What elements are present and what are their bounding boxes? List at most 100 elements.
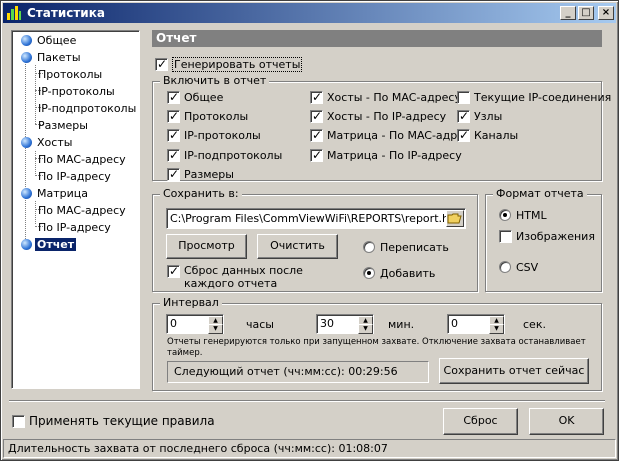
format-csv-label: CSV [516,261,539,274]
include-channels-label: Каналы [474,129,519,142]
include-general-checkbox[interactable]: ✓ [167,90,180,104]
section-tree[interactable]: Общее Пакеты Протоколы IP-протоколы IP-п… [11,30,140,389]
tree-item-label: По IP-адресу [38,170,111,183]
tree-node-icon [21,188,32,199]
tree-node-icon [21,239,32,250]
checkmark-icon: ✓ [312,148,323,162]
save-report-now-label: Сохранить отчет сейчас [443,364,585,377]
statistics-window: Статистика _ □ × Общее Пакеты Протоколы … [0,0,619,461]
include-hosts-by-mac-checkbox[interactable]: ✓ [310,90,323,104]
seconds-label: сек. [523,318,546,331]
include-in-report-title: Включить в отчет [160,74,270,88]
ok-button[interactable]: OK [529,408,604,435]
minutes-spinner[interactable]: ▲ ▼ [358,316,373,334]
apply-current-rules-checkbox[interactable] [12,415,25,428]
tree-item-ip-protocols[interactable]: IP-протоколы [36,84,117,100]
interval-title: Интервал [160,296,222,310]
tree-item-ip-subprotocols[interactable]: IP-подпротоколы [36,101,138,117]
title-bar[interactable]: Статистика _ □ × [3,3,616,23]
radio-dot-icon [503,213,507,217]
include-matrix-by-ip-label: Матрица - По IP-адресу [327,149,462,162]
radio-dot-icon [367,271,371,275]
checkmark-icon: ✓ [169,167,180,181]
include-sizes-checkbox[interactable]: ✓ [167,167,180,181]
include-ip-subprotocols-checkbox[interactable]: ✓ [167,148,180,162]
spin-down-icon[interactable]: ▼ [358,324,373,334]
minutes-label: мин. [388,318,415,331]
view-button-label: Просмотр [178,239,235,252]
checkmark-icon: ✓ [459,109,470,123]
seconds-spinner[interactable]: ▲ ▼ [489,316,504,334]
reset-button[interactable]: Сброс [443,408,518,435]
save-report-now-button[interactable]: Сохранить отчет сейчас [439,358,589,384]
checkmark-icon: ✓ [169,128,180,142]
include-hosts-by-ip-checkbox[interactable]: ✓ [310,109,323,123]
overwrite-radio[interactable] [363,241,375,253]
maximize-button[interactable]: □ [578,6,594,20]
tree-item-report[interactable]: Отчет [21,237,77,253]
format-images-label: Изображения [516,230,595,243]
include-protocols-label: Протоколы [184,110,249,123]
tree-node-icon [21,52,32,63]
tree-item-hosts-by-mac[interactable]: По MAC-адресу [36,152,128,168]
interval-note-line2: таймер. [167,348,203,358]
view-button[interactable]: Просмотр [166,234,247,259]
include-channels-checkbox[interactable]: ✓ [457,128,470,142]
checkmark-icon: ✓ [312,128,323,142]
format-images-checkbox[interactable] [499,230,512,243]
format-html-radio[interactable] [499,209,511,221]
tree-item-hosts[interactable]: Хосты [21,135,74,151]
append-radio[interactable] [363,267,375,279]
tree-item-packets[interactable]: Пакеты [21,50,83,66]
checkmark-icon: ✓ [157,57,168,71]
tree-item-sizes[interactable]: Размеры [36,118,90,134]
clear-button[interactable]: Очистить [257,234,338,259]
tree-item-hosts-by-ip[interactable]: По IP-адресу [36,169,113,185]
include-hosts-by-mac-label: Хосты - По MAC-адресу [327,91,461,104]
tree-item-protocols[interactable]: Протоколы [36,67,104,83]
ok-button-label: OK [558,414,575,427]
tree-connector [25,57,26,247]
generate-reports-label: Генерировать отчеты [172,57,303,72]
close-button[interactable]: × [598,6,614,20]
include-nodes-checkbox[interactable]: ✓ [457,109,470,123]
clear-button-label: Очистить [270,239,325,252]
checkmark-icon: ✓ [169,90,180,104]
tree-item-general[interactable]: Общее [21,33,78,49]
tree-item-matrix-by-mac[interactable]: По MAC-адресу [36,203,128,219]
report-path-input[interactable]: C:\Program Files\CommViewWiFi\REPORTS\re… [166,208,466,229]
include-protocols-checkbox[interactable]: ✓ [167,109,180,123]
overwrite-label: Переписать [380,241,449,254]
generate-reports-checkbox[interactable]: ✓ [155,57,168,71]
hours-label: часы [246,318,274,331]
tree-item-label: Размеры [38,119,88,132]
browse-folder-button[interactable] [446,210,464,227]
include-ip-protocols-checkbox[interactable]: ✓ [167,128,180,142]
spin-down-icon[interactable]: ▼ [489,324,504,334]
include-matrix-by-ip-checkbox[interactable]: ✓ [310,148,323,162]
include-current-ip-connections-checkbox[interactable] [457,91,470,104]
reset-after-report-label-line2: каждого отчета [184,277,278,290]
format-html-label: HTML [516,209,547,222]
minimize-icon: _ [565,7,571,18]
apply-current-rules-label: Применять текущие правила [29,414,215,428]
tree-item-label: По IP-адресу [38,221,111,234]
minimize-button[interactable]: _ [560,6,576,20]
include-ip-subprotocols-label: IP-подпротоколы [184,149,283,162]
spin-down-icon[interactable]: ▼ [208,324,223,334]
include-matrix-by-mac-checkbox[interactable]: ✓ [310,128,323,142]
tree-item-matrix[interactable]: Матрица [21,186,90,202]
reset-after-report-checkbox[interactable]: ✓ [167,264,180,278]
save-to-title: Сохранить в: [160,187,242,201]
hours-spinner[interactable]: ▲ ▼ [208,316,223,334]
tree-item-matrix-by-ip[interactable]: По IP-адресу [36,220,113,236]
tree-item-label: IP-протоколы [38,85,115,98]
statistics-app-icon [7,6,21,20]
separator [9,400,605,402]
tree-item-label: По MAC-адресу [38,153,126,166]
format-csv-radio[interactable] [499,261,511,273]
tree-item-label: Пакеты [37,51,81,64]
tree-item-label: Отчет [35,238,77,251]
checkmark-icon: ✓ [169,148,180,162]
reset-button-label: Сброс [463,414,498,427]
